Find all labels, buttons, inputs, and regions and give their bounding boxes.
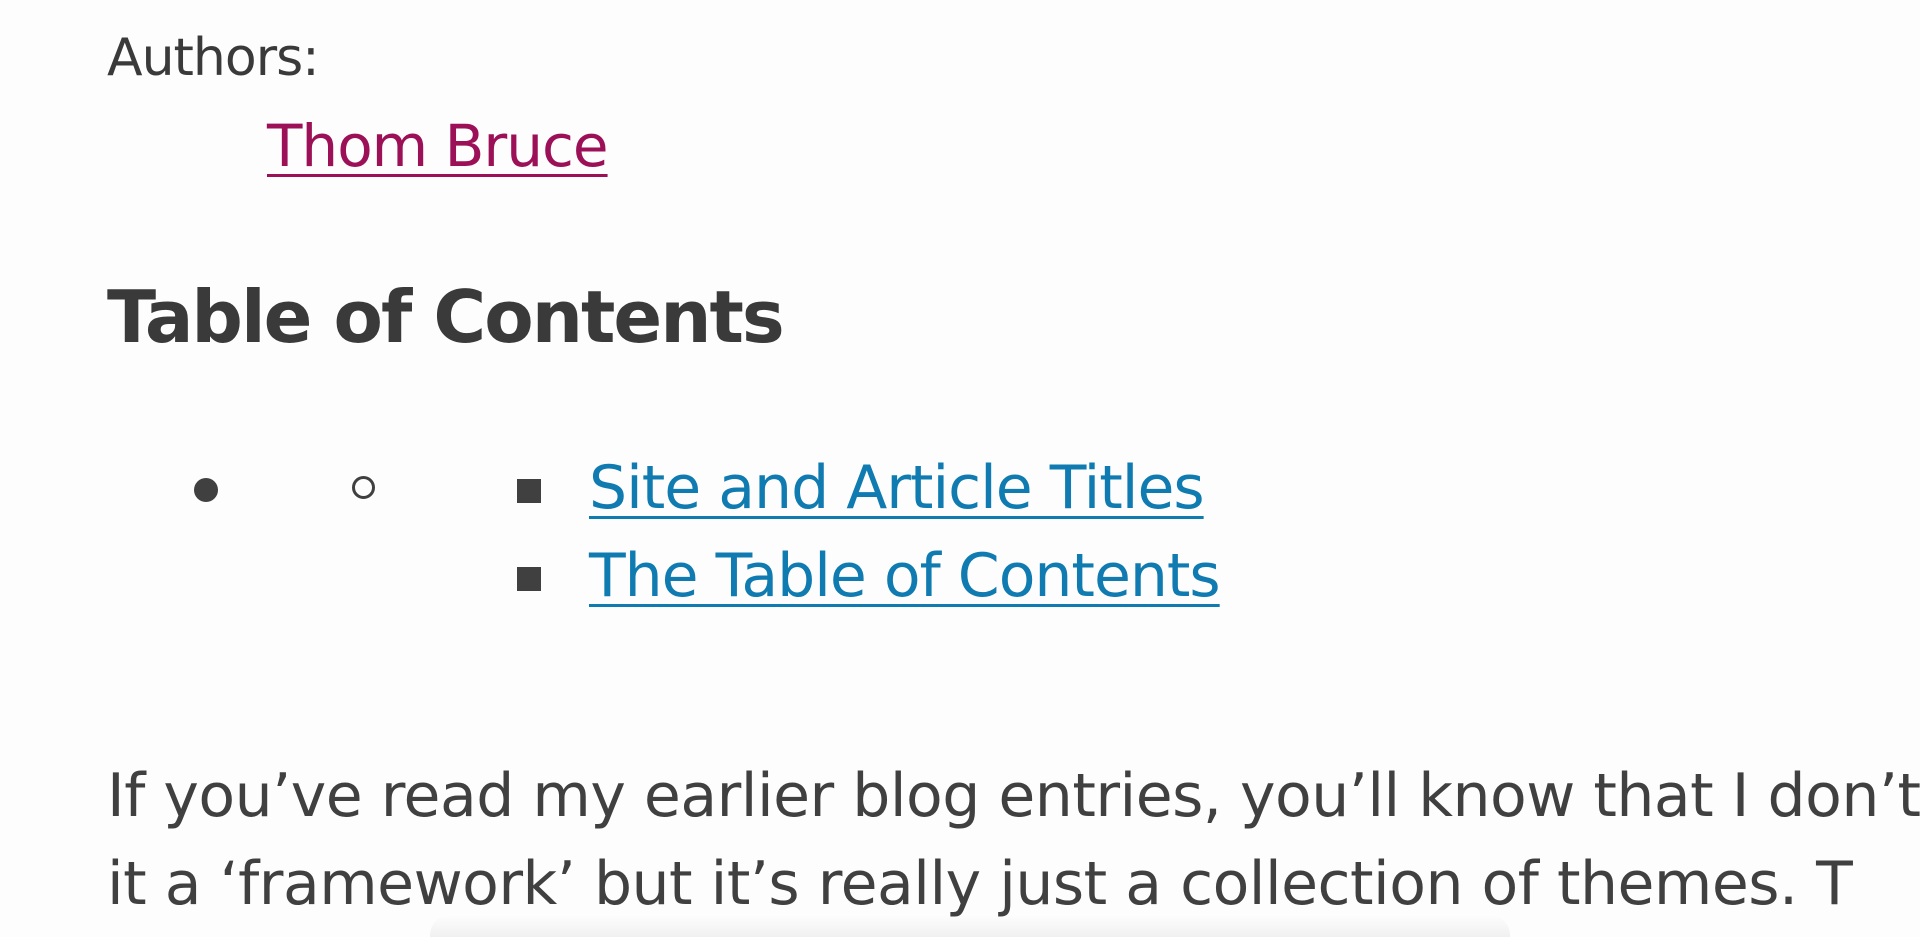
- article-paragraph: If you’ve read my earlier blog entries, …: [107, 752, 1920, 928]
- toc-link-site-and-article-titles[interactable]: Site and Article Titles: [589, 448, 1205, 528]
- author-link-thom-bruce[interactable]: Thom Bruce: [267, 108, 609, 184]
- article-line: If you’ve read my earlier blog entries, …: [107, 761, 1920, 831]
- authors-label: Authors:: [107, 28, 320, 88]
- bottom-overlay-shadow: [430, 915, 1510, 937]
- square-bullet-icon: [517, 567, 541, 591]
- article-page: Authors: Thom Bruce Table of Contents Si…: [0, 0, 1920, 937]
- circle-bullet-icon: [352, 476, 375, 499]
- toc-link-the-table-of-contents[interactable]: The Table of Contents: [589, 536, 1221, 616]
- square-bullet-icon: [517, 479, 541, 503]
- disc-bullet-icon: [194, 478, 218, 502]
- toc-heading: Table of Contents: [107, 275, 785, 359]
